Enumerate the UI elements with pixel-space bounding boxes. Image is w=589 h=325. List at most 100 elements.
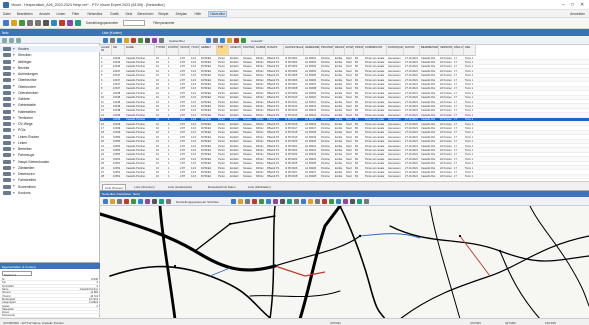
open-icon[interactable] xyxy=(11,20,17,26)
editor-tool-icon[interactable] xyxy=(364,199,369,204)
menu-item[interactable]: Netzeditor xyxy=(88,12,103,16)
editor-tool-icon[interactable] xyxy=(231,199,236,204)
close-button[interactable]: ✕ xyxy=(580,2,584,8)
editor-tool-icon[interactable] xyxy=(252,199,257,204)
list-tool-icon[interactable] xyxy=(138,38,143,43)
list-tool-icon[interactable] xyxy=(234,38,239,43)
column-header[interactable]: VERSION xyxy=(439,45,453,56)
column-header[interactable]: ZUSATZ xyxy=(266,45,284,56)
network-object-item[interactable]: ▼ Haltestellen xyxy=(0,109,100,115)
filter-icon[interactable]: ▼ xyxy=(12,159,16,163)
network-object-item[interactable]: ▼ Detektoren xyxy=(0,171,100,177)
editor-tool-icon[interactable] xyxy=(145,199,150,204)
sign-in-link[interactable]: Anmelden xyxy=(570,12,585,16)
column-header[interactable]: KONTROLLART xyxy=(167,45,179,56)
list-tool-icon[interactable] xyxy=(145,38,150,43)
network-object-item[interactable]: ▼ Fahrzeuge xyxy=(0,152,100,158)
menu-item[interactable]: Datei xyxy=(3,12,11,16)
editor-tool-icon[interactable] xyxy=(273,199,278,204)
menu-item[interactable]: Listen xyxy=(57,12,66,16)
column-header[interactable]: XKOORD xyxy=(179,45,190,56)
editor-tool-icon[interactable] xyxy=(357,199,362,204)
network-object-item[interactable]: ▼ Zählstellen xyxy=(0,165,100,171)
editor-tool-icon[interactable] xyxy=(138,199,143,204)
network-map[interactable] xyxy=(98,204,589,321)
panel-tool-icon[interactable] xyxy=(16,37,21,43)
editor-tool-icon[interactable] xyxy=(166,199,171,204)
editor-tool-icon[interactable] xyxy=(322,199,327,204)
list-tab[interactable]: Liste (Zählstellen) xyxy=(246,184,273,190)
filter-icon[interactable] xyxy=(67,20,73,26)
editor-tool-icon[interactable] xyxy=(117,199,122,204)
list-tool-icon[interactable] xyxy=(241,38,246,43)
menu-item[interactable]: Filter xyxy=(72,12,79,16)
network-object-item[interactable]: ▼ Betreiber xyxy=(0,146,100,152)
list-tool-icon[interactable] xyxy=(220,38,225,43)
list-tool-icon[interactable] xyxy=(131,38,136,43)
list-tool-icon[interactable] xyxy=(103,38,108,43)
editor-tool-icon[interactable] xyxy=(124,199,129,204)
list-tool-icon[interactable] xyxy=(110,38,115,43)
filter-icon[interactable]: ▼ xyxy=(12,103,16,107)
editor-tool-icon[interactable] xyxy=(159,199,164,204)
filter-icon[interactable]: ▼ xyxy=(12,78,16,82)
column-header[interactable]: ZÄHLUNG xyxy=(453,45,464,56)
menu-item[interactable]: Netz xyxy=(126,12,133,16)
editor-tool-icon[interactable] xyxy=(103,199,108,204)
filter-icon[interactable]: ▼ xyxy=(12,134,16,138)
list-tab[interactable]: Reiseabschnitt Daten xyxy=(206,184,237,190)
panel-tool-icon[interactable] xyxy=(9,37,14,43)
network-object-item[interactable]: ▼ Haupt-/Nebenknoten xyxy=(0,159,100,165)
menu-item[interactable]: Berechnen xyxy=(138,12,154,16)
filter-icon[interactable]: ▼ xyxy=(12,91,16,95)
calc-icon[interactable] xyxy=(75,20,81,26)
filter-icon[interactable]: ▼ xyxy=(12,166,16,170)
menu-item[interactable]: Bearbeiten xyxy=(17,12,33,16)
editor-tool-icon[interactable] xyxy=(245,199,250,204)
network-object-item[interactable]: ▼ Oberstrecken xyxy=(0,90,100,96)
column-header[interactable]: TYP xyxy=(217,45,229,56)
filter-icon[interactable]: ▼ xyxy=(12,122,16,126)
network-object-item[interactable]: ▼ Strecken xyxy=(0,52,100,58)
save-icon[interactable] xyxy=(19,20,25,26)
column-header[interactable]: DATUM xyxy=(404,45,420,56)
filter-icon[interactable]: ▼ xyxy=(12,153,16,157)
column-header[interactable]: KNOTENTYP xyxy=(242,45,255,56)
column-header[interactable]: ZONA xyxy=(345,45,354,56)
column-header[interactable]: ORIENTIERUNG xyxy=(229,45,242,56)
column-header[interactable]: KOMMENTAR xyxy=(364,45,387,56)
network-object-item[interactable]: ▼ Linien xyxy=(0,140,100,146)
filter-icon[interactable]: ▼ xyxy=(12,116,16,120)
column-header[interactable]: Anzahl: 39 xyxy=(100,45,112,56)
list-tab[interactable]: Liste (Knoten) xyxy=(102,183,126,190)
filter-icon[interactable]: ▼ xyxy=(12,72,16,76)
filter-icon[interactable]: ▼ xyxy=(12,184,16,188)
editor-tool-icon[interactable] xyxy=(280,199,285,204)
zoom-icon[interactable] xyxy=(51,20,57,26)
table-row[interactable]: 28 10351 Castello Pontine 10 1 2.87 14.6 DVSFE2… xyxy=(100,174,589,180)
network-object-item[interactable]: ▼ Linien-Routen xyxy=(0,134,100,140)
filter-icon[interactable]: ▼ xyxy=(12,128,16,132)
editor-tool-icon[interactable] xyxy=(110,199,115,204)
editor-tool-icon[interactable] xyxy=(336,199,341,204)
minimize-button[interactable]: – xyxy=(562,2,565,8)
menu-item[interactable]: Skripte xyxy=(158,12,168,16)
filter-icon[interactable]: ▼ xyxy=(12,172,16,176)
menu-item[interactable]: Grafik xyxy=(110,12,119,16)
editor-tool-icon[interactable] xyxy=(131,199,136,204)
column-header[interactable]: TYPNR xyxy=(155,45,167,56)
column-header[interactable]: NUMMER xyxy=(255,45,266,56)
filter-icon[interactable]: ▼ xyxy=(12,141,16,145)
filter-icon[interactable]: ▼ xyxy=(12,66,16,70)
filter-icon[interactable]: ▼ xyxy=(12,97,16,101)
network-object-item[interactable]: ▼ Territorien xyxy=(0,115,100,121)
editor-tool-icon[interactable] xyxy=(287,199,292,204)
column-header[interactable]: DATENQUELLE xyxy=(387,45,404,56)
list-tool-icon[interactable] xyxy=(227,38,232,43)
column-header[interactable]: YKOORD xyxy=(190,45,200,56)
column-header[interactable]: NR xyxy=(112,45,125,56)
panel-tool-icon[interactable] xyxy=(2,37,7,43)
filter-icon[interactable]: ▼ xyxy=(12,47,16,51)
menu-item[interactable]: Netzeditor xyxy=(208,11,228,17)
editor-tool-icon[interactable] xyxy=(259,199,264,204)
